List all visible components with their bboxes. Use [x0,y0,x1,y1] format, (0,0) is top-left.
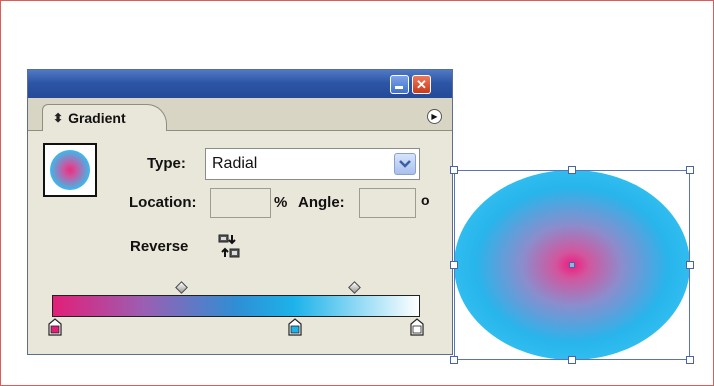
reverse-label: Reverse [130,238,189,255]
close-icon[interactable]: ✕ [412,75,431,94]
tab-gradient[interactable]: ⬍ Gradient [42,104,167,131]
resize-handle-bottom[interactable] [568,356,576,364]
type-label: Type: [147,155,186,172]
location-label: Location: [129,194,197,211]
percent-label: % [274,194,288,211]
angle-input[interactable] [359,188,416,218]
resize-handle-top-right[interactable] [686,166,694,174]
gradient-midpoint-diamond[interactable] [347,281,361,294]
resize-handle-bottom-right[interactable] [686,356,694,364]
resize-handle-left[interactable] [450,261,458,269]
gradient-preview-circle [50,150,90,190]
gradient-stop[interactable] [410,318,424,336]
location-input[interactable] [210,188,271,218]
gradient-panel: ✕ ⬍ Gradient ▶ Type: Radial Location: % … [27,69,453,355]
tab-toggle-icon[interactable]: ⬍ [53,111,63,125]
resize-handle-bottom-left[interactable] [450,356,458,364]
tab-gradient-label: Gradient [68,110,126,126]
gradient-stop[interactable] [48,318,62,336]
degree-label: o [421,192,430,208]
dropdown-chevron-icon[interactable] [394,153,416,175]
gradient-ramp[interactable] [52,295,420,317]
center-point[interactable] [569,262,575,268]
gradient-preview-swatch[interactable] [43,143,97,197]
gradient-midpoint-diamond[interactable] [174,281,188,294]
resize-handle-right[interactable] [686,261,694,269]
resize-handle-top-left[interactable] [450,166,458,174]
angle-label: Angle: [298,194,345,211]
type-select-value: Radial [212,155,258,172]
gradient-stop[interactable] [288,318,302,336]
resize-handle-top[interactable] [568,166,576,174]
minimize-icon[interactable] [390,75,409,94]
panel-menu-icon[interactable]: ▶ [427,109,442,124]
type-select[interactable]: Radial [205,148,420,180]
panel-tabstrip: ⬍ Gradient ▶ [28,98,452,131]
panel-titlebar[interactable]: ✕ [28,70,452,98]
reverse-icon[interactable] [218,233,240,259]
